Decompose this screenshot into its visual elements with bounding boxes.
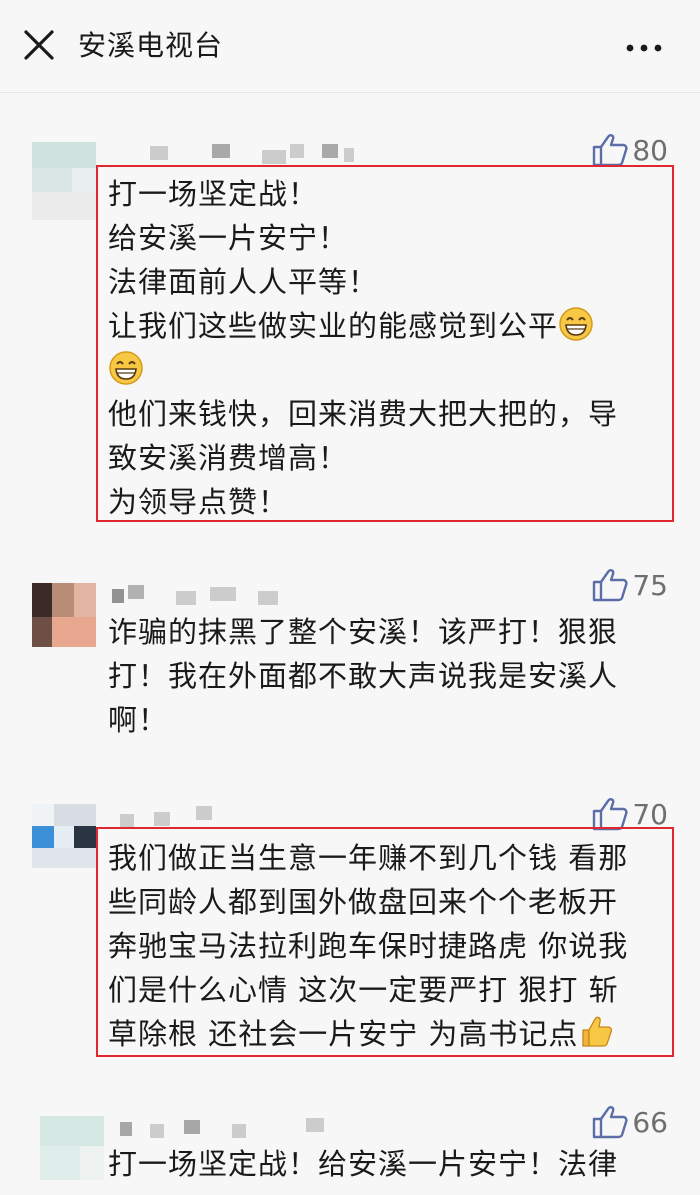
thumbs-up-icon: [593, 134, 628, 167]
comment-item: 66 打一场坚定战！给安溪一片安宁！法律: [0, 1100, 700, 1195]
comment-item: 70 我们做正当生意一年赚不到几个钱 看那 些同龄人都到国外做盘回来个个老板开 …: [0, 792, 700, 1072]
like-count: 66: [632, 1105, 668, 1139]
comment-line: 奔驰宝马法拉利跑车保时捷路虎 你说我: [108, 929, 629, 963]
avatar[interactable]: [32, 583, 96, 647]
comment-line: [108, 348, 668, 392]
comment-text: 打一场坚定战！ 给安溪一片安宁！ 法律面前人人平等！ 让我们这些做实业的能感觉到…: [108, 172, 668, 524]
close-button[interactable]: [18, 26, 58, 66]
comment-item: 75 诈骗的抹黑了整个安溪！该严打！狠狠 打！我在外面都不敢大声说我是安溪人 啊…: [0, 565, 700, 755]
like-button[interactable]: 75: [592, 565, 668, 605]
comment-text: 诈骗的抹黑了整个安溪！该严打！狠狠 打！我在外面都不敢大声说我是安溪人 啊！: [108, 610, 668, 742]
nickname-blurred: [112, 806, 222, 828]
comment-line: 些同龄人都到国外做盘回来个个老板开: [108, 885, 619, 919]
grinning-emoji-icon: [559, 307, 593, 341]
top-bar: 安溪电视台: [0, 0, 700, 93]
comment-line: 他们来钱快，回来消费大把大把的，导: [108, 397, 619, 431]
like-button[interactable]: 66: [592, 1102, 668, 1142]
comment-line: 我们做正当生意一年赚不到几个钱 看那: [108, 841, 629, 875]
comment-line: 啊！: [108, 703, 169, 737]
more-button[interactable]: [624, 30, 664, 66]
thumbs-up-icon: [593, 1106, 628, 1139]
comment-line: 让我们这些做实业的能感觉到公平: [108, 304, 668, 348]
like-count: 75: [632, 568, 668, 602]
avatar[interactable]: [32, 142, 96, 220]
close-icon: [24, 30, 54, 60]
comment-line-text: 草除根 还社会一片安宁 为高书记点: [108, 1017, 579, 1051]
comment-line-text: 让我们这些做实业的能感觉到公平: [108, 309, 559, 343]
avatar[interactable]: [40, 1116, 104, 1180]
thumbs-up-icon: [593, 569, 628, 602]
like-count: 70: [632, 797, 668, 831]
comment-text: 我们做正当生意一年赚不到几个钱 看那 些同龄人都到国外做盘回来个个老板开 奔驰宝…: [108, 836, 668, 1056]
comment-text: 打一场坚定战！给安溪一片安宁！法律: [108, 1142, 668, 1186]
page-title: 安溪电视台: [78, 29, 224, 62]
comment-line: 致安溪消费增高！: [108, 441, 349, 475]
nickname-blurred: [112, 585, 282, 607]
comment-line: 为领导点赞！: [108, 485, 289, 519]
comment-line: 们是什么心情 这次一定要严打 狠打 斩: [108, 973, 619, 1007]
comment-line: 诈骗的抹黑了整个安溪！该严打！狠狠: [108, 615, 619, 649]
nickname-blurred: [150, 144, 360, 164]
like-count: 80: [632, 133, 668, 167]
comment-item: 80 打一场坚定战！ 给安溪一片安宁！ 法律面前人人平等！ 让我们这些做实业的能…: [0, 130, 700, 530]
more-icon: [626, 44, 662, 52]
avatar[interactable]: [32, 804, 96, 868]
comment-line: 打一场坚定战！: [108, 177, 319, 211]
comment-line: 打一场坚定战！给安溪一片安宁！法律: [108, 1147, 619, 1181]
thumbs-up-emoji-icon: [582, 1016, 613, 1047]
thumbs-up-icon: [593, 798, 628, 831]
comment-line: 法律面前人人平等！: [108, 265, 379, 299]
nickname-blurred: [120, 1118, 340, 1140]
like-button[interactable]: 80: [592, 130, 668, 170]
comment-line: 草除根 还社会一片安宁 为高书记点: [108, 1012, 668, 1056]
comment-line: 打！我在外面都不敢大声说我是安溪人: [108, 659, 619, 693]
grinning-emoji-icon: [109, 351, 143, 385]
comment-line: 给安溪一片安宁！: [108, 221, 349, 255]
